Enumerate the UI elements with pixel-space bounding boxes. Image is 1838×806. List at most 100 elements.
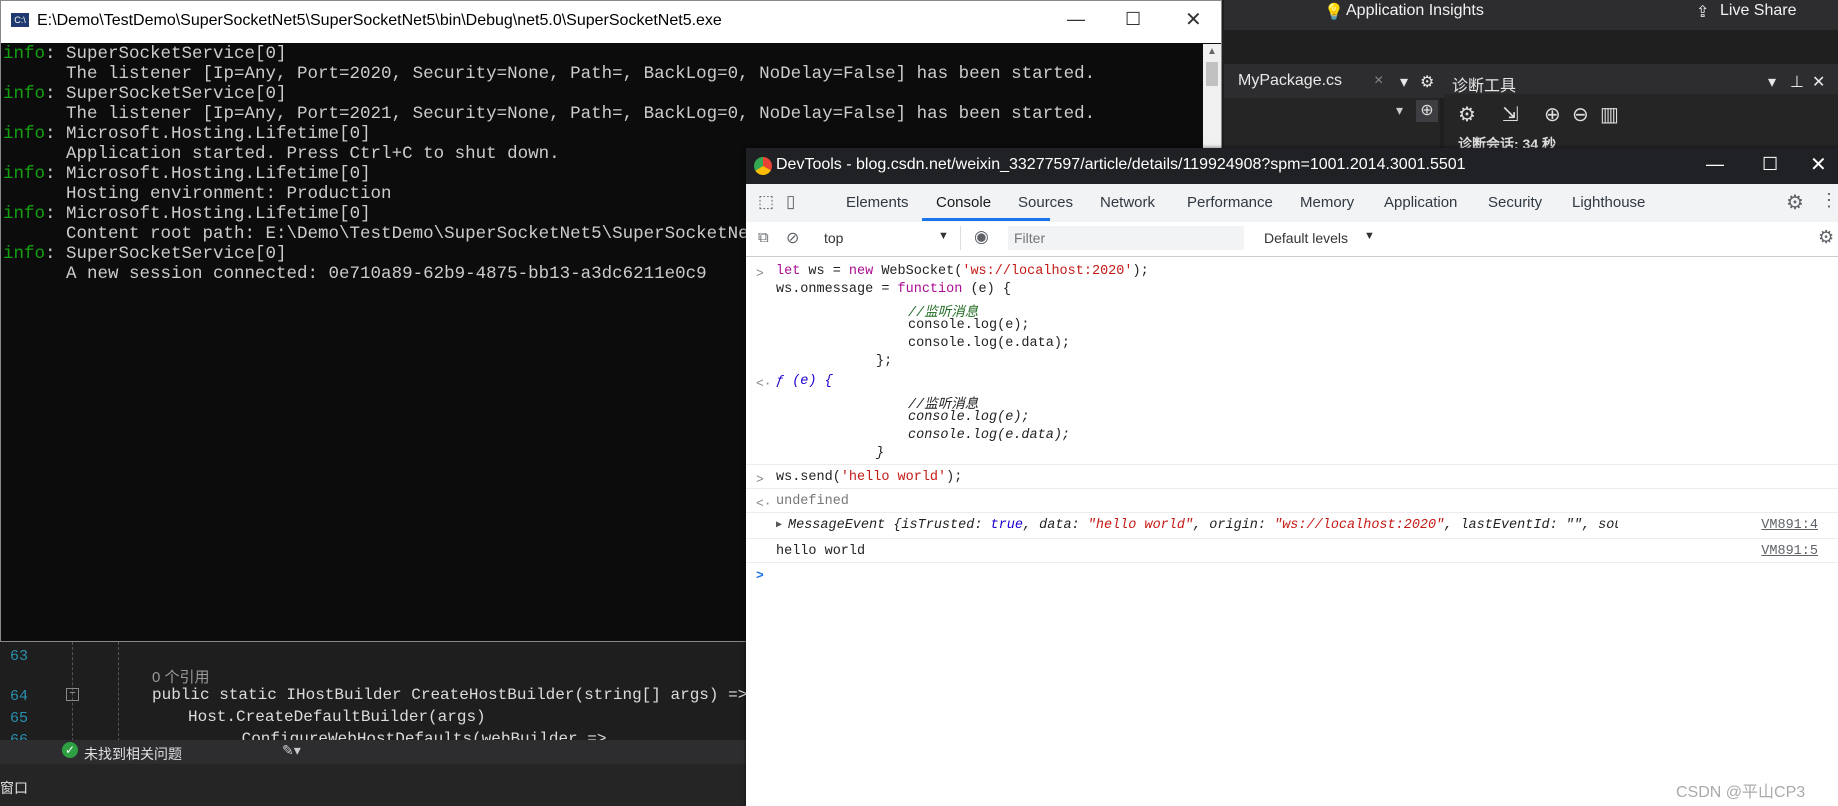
issues-status[interactable]: 未找到相关问题 — [84, 744, 182, 764]
tab-lighthouse[interactable]: Lighthouse — [1572, 194, 1645, 211]
diagnostics-panel: ⚙ ⇲ ⊕ ⊖ ▥ 诊断会话: 34 秒 — [1444, 94, 1838, 152]
vs-editor-dropdown[interactable]: ▾ ⊕ — [1224, 98, 1440, 148]
maximize-icon[interactable]: ☐ — [1125, 9, 1141, 30]
settings-icon[interactable]: ⚙ — [1458, 102, 1476, 127]
source-link[interactable]: VM891:5 — [1761, 544, 1818, 559]
filter-input[interactable] — [1008, 226, 1244, 250]
console-log-entry[interactable]: ▶ MessageEvent {isTrusted: true, data: "… — [746, 518, 1838, 538]
sidebar-toggle-icon[interactable]: ⧉ — [758, 229, 769, 246]
console-title-bar: C:\ E:\Demo\TestDemo\SuperSocketNet5\Sup… — [1, 1, 1221, 43]
console-line: The listener [Ip=Any, Port=2021, Securit… — [3, 104, 1096, 124]
tab-performance[interactable]: Performance — [1187, 194, 1273, 211]
export-icon[interactable]: ⇲ — [1502, 102, 1519, 127]
live-share-button[interactable]: Live Share — [1720, 2, 1797, 20]
divider — [746, 488, 1838, 489]
code-line: public static IHostBuilder CreateHostBui… — [152, 686, 746, 704]
tab-mypackage[interactable]: MyPackage.cs — [1238, 72, 1342, 90]
divider — [746, 538, 1838, 539]
result-arrow-icon: <· — [756, 496, 772, 511]
divider — [746, 512, 1838, 513]
tab-network[interactable]: Network — [1100, 194, 1155, 211]
context-selector[interactable]: top ▼ — [810, 226, 961, 250]
log-levels-dropdown[interactable]: Default levels ▼ — [1256, 226, 1396, 250]
share-icon[interactable]: ⇪ — [1696, 2, 1709, 22]
reference-count[interactable]: 0 个引用 — [152, 666, 210, 687]
zoom-in-icon[interactable]: ⊕ — [1544, 102, 1561, 127]
gear-icon[interactable]: ⚙ — [1420, 72, 1434, 92]
inspect-element-icon[interactable]: ⬚ — [758, 192, 774, 212]
chevron-down-icon: ▾ — [1396, 102, 1404, 118]
code-editor[interactable]: 63 0 个引用 64 − public static IHostBuilder… — [0, 642, 746, 746]
console-messages[interactable]: > let ws = new WebSocket('ws://localhost… — [746, 256, 1838, 806]
console-prompt[interactable]: > — [746, 568, 1838, 588]
brush-icon[interactable]: ✎▾ — [282, 742, 301, 759]
tab-sources[interactable]: Sources — [1018, 194, 1073, 211]
watermark: CSDN @平山CP3 — [1676, 784, 1806, 801]
scrollbar-thumb[interactable] — [1206, 62, 1218, 86]
tab-elements[interactable]: Elements — [846, 194, 909, 211]
vs-bottom-panel: 窗口 — [0, 764, 746, 806]
console-result-entry: <· undefined — [746, 494, 1838, 514]
code-line: } — [876, 446, 885, 461]
application-insights-button[interactable]: Application Insights — [1346, 2, 1484, 20]
divider — [746, 562, 1838, 563]
check-icon: ✓ — [62, 742, 78, 758]
split-icon[interactable]: ⊕ — [1416, 100, 1438, 122]
chevron-down-icon[interactable]: ▾ — [1768, 72, 1776, 92]
tab-memory[interactable]: Memory — [1300, 194, 1354, 211]
code-line: console.log(e); — [908, 318, 1030, 333]
code-block: let ws = new WebSocket('ws://localhost:2… — [776, 264, 1149, 279]
console-result-entry: <· ƒ (e) { //监听消息 console.log(e); consol… — [746, 374, 1838, 470]
input-prompt-icon: > — [756, 472, 764, 487]
message-event-object[interactable]: MessageEvent {isTrusted: true, data: "he… — [788, 518, 1618, 533]
maximize-icon[interactable]: ☐ — [1762, 154, 1778, 175]
devtools-title-bar: DevTools - blog.csdn.net/weixin_33277597… — [746, 148, 1838, 184]
line-number: 65 — [10, 710, 29, 727]
minimize-icon[interactable]: — — [1706, 154, 1724, 175]
console-log-entry: hello world VM891:5 — [746, 544, 1838, 564]
code-line: console.log(e); — [908, 410, 1030, 425]
code-line-text: public static IHostBuilder CreateHostBui… — [152, 686, 746, 704]
console-line: info: SuperSocketService[0] — [3, 84, 287, 104]
device-toolbar-icon[interactable]: ▯ — [786, 192, 795, 212]
close-icon[interactable]: × — [1374, 72, 1383, 90]
tab-application[interactable]: Application — [1384, 194, 1457, 211]
minimize-icon[interactable]: — — [1067, 9, 1085, 30]
close-icon[interactable]: ✕ — [1185, 7, 1202, 32]
tab-security[interactable]: Security — [1488, 194, 1542, 211]
code-line: console.log(e.data); — [908, 428, 1071, 443]
console-title: E:\Demo\TestDemo\SuperSocketNet5\SuperSo… — [37, 12, 722, 29]
close-icon[interactable]: ✕ — [1812, 72, 1825, 92]
devtools-tab-bar: ⬚ ▯ Elements Console Sources Network Per… — [746, 184, 1838, 223]
more-options-icon[interactable]: ⋮ — [1820, 190, 1838, 211]
source-link[interactable]: VM891:4 — [1761, 518, 1818, 533]
pin-icon[interactable]: ⊥ — [1790, 72, 1804, 92]
close-icon[interactable]: ✕ — [1810, 152, 1827, 177]
chrome-icon — [754, 157, 772, 175]
lightbulb-icon[interactable]: 💡 — [1324, 2, 1344, 22]
expand-triangle-icon[interactable]: ▶ — [776, 519, 782, 531]
result-arrow-icon: <· — [756, 376, 772, 391]
chart-icon[interactable]: ▥ — [1600, 102, 1619, 127]
result-value: undefined — [776, 494, 849, 509]
chevron-down-icon: ▼ — [1364, 230, 1375, 242]
window-label[interactable]: 窗口 — [0, 778, 28, 798]
vs-top-toolbar: 💡 Application Insights ⇪ Live Share — [1224, 0, 1838, 30]
devtools-window: DevTools - blog.csdn.net/weixin_33277597… — [746, 148, 1838, 806]
vs-status-bar: ✓ 未找到相关问题 ✎▾ — [0, 740, 746, 764]
vs-document-tabs: MyPackage.cs × ▾ ⚙ 诊断工具 ▾ ⊥ ✕ — [1224, 64, 1838, 98]
collapse-icon[interactable]: − — [66, 688, 79, 701]
clear-console-icon[interactable]: ⊘ — [786, 228, 799, 248]
eye-icon[interactable]: ◉ — [974, 227, 989, 247]
zoom-out-icon[interactable]: ⊖ — [1572, 102, 1589, 127]
tab-diagnostics[interactable]: 诊断工具 — [1452, 72, 1516, 96]
input-prompt-icon: > — [756, 568, 764, 583]
code-line: ws.send('hello world'); — [776, 470, 963, 485]
input-prompt-icon: > — [756, 266, 764, 281]
settings-icon[interactable]: ⚙ — [1786, 190, 1804, 215]
console-settings-icon[interactable]: ⚙ — [1818, 227, 1834, 248]
tab-console[interactable]: Console — [936, 194, 991, 211]
scroll-up-icon[interactable]: ▲ — [1207, 46, 1217, 57]
chevron-down-icon[interactable]: ▾ — [1400, 72, 1408, 92]
line-number: 64 — [10, 688, 29, 705]
